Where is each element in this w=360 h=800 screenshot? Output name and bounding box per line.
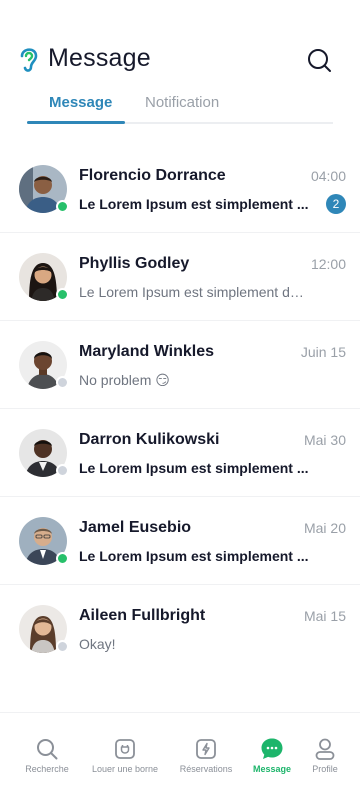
bolt-icon: [196, 739, 216, 759]
bottom-nav: Recherche Louer une borne Réservations M…: [0, 712, 360, 800]
conversation-row[interactable]: Darron Kulikowski Mai 30 Le Lorem Ipsum …: [0, 409, 360, 497]
contact-name: Darron Kulikowski: [79, 431, 220, 448]
nav-label: Réservations: [179, 764, 233, 774]
contact-name: Maryland Winkles: [79, 343, 215, 360]
conversation-row[interactable]: Phyllis Godley 12:00 Le Lorem Ipsum est …: [0, 233, 360, 321]
conversation-row[interactable]: Florencio Dorrance 04:00 Le Lorem Ipsum …: [0, 145, 360, 233]
offline-status-dot: [56, 376, 69, 389]
contact-name: Aileen Fullbright: [79, 607, 206, 624]
message-preview: Le Lorem Ipsum est simplement ...: [79, 548, 309, 564]
nav-label: Profile: [312, 764, 338, 774]
search-icon[interactable]: [306, 47, 332, 73]
conversation-row[interactable]: Aileen Fullbright Mai 15 Okay!: [0, 585, 360, 673]
message-time: 04:00: [310, 168, 346, 184]
nav-item-message[interactable]: Message: [250, 737, 294, 774]
nav-item-reservations[interactable]: Réservations: [175, 737, 237, 774]
contact-name: Jamel Eusebio: [79, 519, 192, 536]
chat-icon: [261, 738, 283, 759]
nav-item-recherche[interactable]: Recherche: [22, 737, 72, 774]
avatar-container: [19, 165, 69, 213]
message-preview: No problem 😏: [79, 372, 170, 388]
message-time: Mai 15: [303, 608, 346, 624]
contact-name: Phyllis Godley: [79, 255, 190, 272]
message-time: 12:00: [310, 256, 346, 272]
message-preview: Okay!: [79, 636, 116, 652]
ear-logo-icon: [20, 48, 38, 72]
avatar-container: [19, 517, 69, 565]
message-time: Mai 30: [303, 432, 346, 448]
avatar-container: [19, 253, 69, 301]
avatar-container: [19, 341, 69, 389]
message-preview: Le Lorem Ipsum est simplement ...: [79, 196, 309, 212]
tab-message[interactable]: Message: [49, 94, 112, 111]
plug-icon: [115, 739, 135, 759]
message-preview: Le Lorem Ipsum est simplement du ...: [79, 284, 311, 300]
message-time: Juin 15: [300, 344, 346, 360]
search-icon: [37, 739, 58, 760]
online-status-dot: [56, 288, 69, 301]
tab-notification[interactable]: Notification: [145, 94, 219, 111]
conversation-list: Florencio Dorrance 04:00 Le Lorem Ipsum …: [0, 145, 360, 673]
active-tab-indicator: [27, 121, 125, 124]
message-preview: Le Lorem Ipsum est simplement ...: [79, 460, 309, 476]
app-header: Message: [0, 0, 360, 90]
avatar-container: [19, 429, 69, 477]
nav-item-louer-une-borne[interactable]: Louer une borne: [88, 737, 162, 774]
user-icon: [315, 738, 335, 760]
conversation-row[interactable]: Jamel Eusebio Mai 20 Le Lorem Ipsum est …: [0, 497, 360, 585]
tab-bar: Message Notification: [27, 92, 333, 124]
nav-item-profile[interactable]: Profile: [306, 737, 344, 774]
online-status-dot: [56, 552, 69, 565]
online-status-dot: [56, 200, 69, 213]
nav-label: Recherche: [25, 764, 69, 774]
contact-name: Florencio Dorrance: [79, 167, 226, 184]
unread-count-badge: 2: [326, 194, 346, 214]
conversation-row[interactable]: Maryland Winkles Juin 15 No problem 😏: [0, 321, 360, 409]
offline-status-dot: [56, 464, 69, 477]
nav-label: Message: [252, 764, 292, 774]
message-time: Mai 20: [303, 520, 346, 536]
avatar-container: [19, 605, 69, 653]
nav-label: Louer une borne: [91, 764, 159, 774]
offline-status-dot: [56, 640, 69, 653]
page-title: Message: [48, 44, 151, 72]
